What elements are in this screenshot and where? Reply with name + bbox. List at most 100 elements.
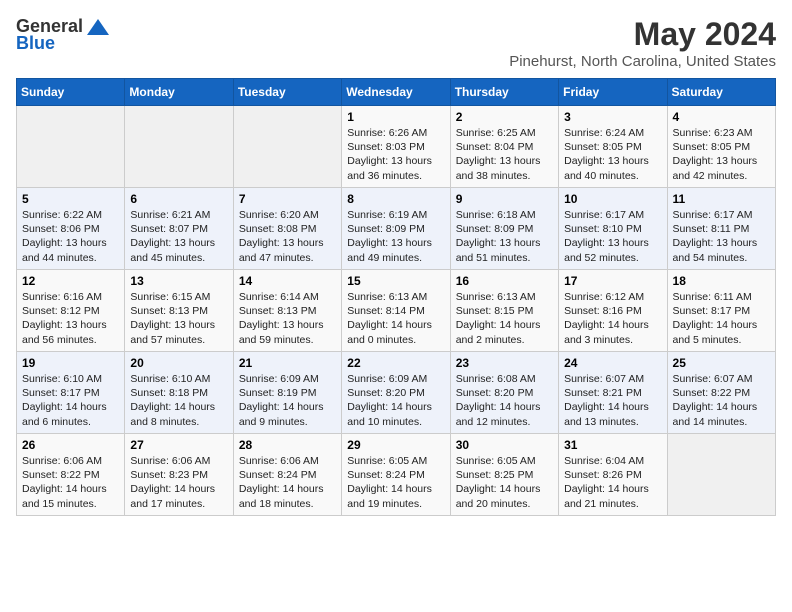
day-info: Sunrise: 6:24 AM Sunset: 8:05 PM Dayligh… <box>564 126 661 183</box>
day-info: Sunrise: 6:06 AM Sunset: 8:23 PM Dayligh… <box>130 454 227 511</box>
header-day-tuesday: Tuesday <box>233 79 341 106</box>
day-number: 5 <box>22 192 119 206</box>
calendar-cell: 3 Sunrise: 6:24 AM Sunset: 8:05 PM Daylig… <box>559 106 667 188</box>
week-row-4: 19Sunrise: 6:10 AM Sunset: 8:17 PM Dayli… <box>17 352 776 434</box>
calendar-cell: 29 Sunrise: 6:05 AM Sunset: 8:24 PM Dayli… <box>342 434 450 516</box>
logo-icon <box>87 19 109 35</box>
calendar-cell: 30 Sunrise: 6:05 AM Sunset: 8:25 PM Dayli… <box>450 434 558 516</box>
day-number: 16 <box>456 274 553 288</box>
day-info: Sunrise: 6:05 AM Sunset: 8:25 PM Dayligh… <box>456 454 553 511</box>
day-info: Sunrise: 6:23 AM Sunset: 8:05 PM Dayligh… <box>673 126 770 183</box>
calendar-cell: 26 Sunrise: 6:06 AM Sunset: 8:22 PM Dayli… <box>17 434 125 516</box>
day-number: 31 <box>564 438 661 452</box>
month-title: May 2024 <box>509 16 776 53</box>
calendar-cell: 22 Sunrise: 6:09 AM Sunset: 8:20 PM Dayli… <box>342 352 450 434</box>
title-section: May 2024 Pinehurst, North Carolina, Unit… <box>509 16 776 70</box>
day-number: 21 <box>239 356 336 370</box>
calendar-cell <box>125 106 233 188</box>
calendar-cell: 11 Sunrise: 6:17 AM Sunset: 8:11 PM Dayli… <box>667 188 775 270</box>
calendar-cell <box>667 434 775 516</box>
day-info: Sunrise: 6:13 AM Sunset: 8:15 PM Dayligh… <box>456 290 553 347</box>
day-number: 13 <box>130 274 227 288</box>
calendar-cell: 1 Sunrise: 6:26 AM Sunset: 8:03 PM Daylig… <box>342 106 450 188</box>
day-info: Sunrise: 6:06 AM Sunset: 8:22 PM Dayligh… <box>22 454 119 511</box>
day-number: 6 <box>130 192 227 206</box>
day-info: Sunrise: 6:25 AM Sunset: 8:04 PM Dayligh… <box>456 126 553 183</box>
day-number: 23 <box>456 356 553 370</box>
location: Pinehurst, North Carolina, United States <box>509 53 776 70</box>
week-row-1: 1 Sunrise: 6:26 AM Sunset: 8:03 PM Daylig… <box>17 106 776 188</box>
day-number: 11 <box>673 192 770 206</box>
calendar-cell: 20 Sunrise: 6:10 AM Sunset: 8:18 PM Dayli… <box>125 352 233 434</box>
day-info: Sunrise: 6:21 AM Sunset: 8:07 PM Dayligh… <box>130 208 227 265</box>
calendar-cell: 25Sunrise: 6:07 AM Sunset: 8:22 PM Dayli… <box>667 352 775 434</box>
calendar-header-row: SundayMondayTuesdayWednesdayThursdayFrid… <box>17 79 776 106</box>
calendar-cell: 6 Sunrise: 6:21 AM Sunset: 8:07 PM Daylig… <box>125 188 233 270</box>
day-number: 15 <box>347 274 444 288</box>
day-number: 9 <box>456 192 553 206</box>
day-number: 26 <box>22 438 119 452</box>
calendar-cell <box>17 106 125 188</box>
calendar-cell: 27 Sunrise: 6:06 AM Sunset: 8:23 PM Dayli… <box>125 434 233 516</box>
calendar-table: SundayMondayTuesdayWednesdayThursdayFrid… <box>16 78 776 516</box>
calendar-cell: 2 Sunrise: 6:25 AM Sunset: 8:04 PM Daylig… <box>450 106 558 188</box>
day-number: 30 <box>456 438 553 452</box>
day-info: Sunrise: 6:09 AM Sunset: 8:19 PM Dayligh… <box>239 372 336 429</box>
logo: General Blue <box>16 16 109 54</box>
header-day-wednesday: Wednesday <box>342 79 450 106</box>
day-number: 28 <box>239 438 336 452</box>
calendar-cell: 12Sunrise: 6:16 AM Sunset: 8:12 PM Dayli… <box>17 270 125 352</box>
day-info: Sunrise: 6:15 AM Sunset: 8:13 PM Dayligh… <box>130 290 227 347</box>
day-number: 12 <box>22 274 119 288</box>
day-info: Sunrise: 6:07 AM Sunset: 8:21 PM Dayligh… <box>564 372 661 429</box>
day-number: 18 <box>673 274 770 288</box>
calendar-cell: 9 Sunrise: 6:18 AM Sunset: 8:09 PM Daylig… <box>450 188 558 270</box>
page-header: General Blue May 2024 Pinehurst, North C… <box>16 16 776 70</box>
week-row-2: 5 Sunrise: 6:22 AM Sunset: 8:06 PM Daylig… <box>17 188 776 270</box>
day-info: Sunrise: 6:11 AM Sunset: 8:17 PM Dayligh… <box>673 290 770 347</box>
day-info: Sunrise: 6:05 AM Sunset: 8:24 PM Dayligh… <box>347 454 444 511</box>
day-info: Sunrise: 6:26 AM Sunset: 8:03 PM Dayligh… <box>347 126 444 183</box>
calendar-cell: 21 Sunrise: 6:09 AM Sunset: 8:19 PM Dayli… <box>233 352 341 434</box>
day-info: Sunrise: 6:07 AM Sunset: 8:22 PM Dayligh… <box>673 372 770 429</box>
day-number: 8 <box>347 192 444 206</box>
week-row-5: 26 Sunrise: 6:06 AM Sunset: 8:22 PM Dayli… <box>17 434 776 516</box>
day-info: Sunrise: 6:20 AM Sunset: 8:08 PM Dayligh… <box>239 208 336 265</box>
day-info: Sunrise: 6:17 AM Sunset: 8:11 PM Dayligh… <box>673 208 770 265</box>
header-day-thursday: Thursday <box>450 79 558 106</box>
day-number: 29 <box>347 438 444 452</box>
day-number: 2 <box>456 110 553 124</box>
day-number: 1 <box>347 110 444 124</box>
day-number: 20 <box>130 356 227 370</box>
header-day-friday: Friday <box>559 79 667 106</box>
day-info: Sunrise: 6:12 AM Sunset: 8:16 PM Dayligh… <box>564 290 661 347</box>
day-number: 27 <box>130 438 227 452</box>
calendar-cell: 13 Sunrise: 6:15 AM Sunset: 8:13 PM Dayli… <box>125 270 233 352</box>
header-day-saturday: Saturday <box>667 79 775 106</box>
day-info: Sunrise: 6:22 AM Sunset: 8:06 PM Dayligh… <box>22 208 119 265</box>
day-number: 24 <box>564 356 661 370</box>
day-info: Sunrise: 6:04 AM Sunset: 8:26 PM Dayligh… <box>564 454 661 511</box>
calendar-cell: 16 Sunrise: 6:13 AM Sunset: 8:15 PM Dayli… <box>450 270 558 352</box>
calendar-cell: 18 Sunrise: 6:11 AM Sunset: 8:17 PM Dayli… <box>667 270 775 352</box>
calendar-cell: 14Sunrise: 6:14 AM Sunset: 8:13 PM Dayli… <box>233 270 341 352</box>
header-day-sunday: Sunday <box>17 79 125 106</box>
day-number: 7 <box>239 192 336 206</box>
calendar-cell: 8Sunrise: 6:19 AM Sunset: 8:09 PM Daylig… <box>342 188 450 270</box>
day-info: Sunrise: 6:08 AM Sunset: 8:20 PM Dayligh… <box>456 372 553 429</box>
calendar-cell: 19Sunrise: 6:10 AM Sunset: 8:17 PM Dayli… <box>17 352 125 434</box>
day-info: Sunrise: 6:10 AM Sunset: 8:18 PM Dayligh… <box>130 372 227 429</box>
calendar-cell: 7 Sunrise: 6:20 AM Sunset: 8:08 PM Daylig… <box>233 188 341 270</box>
calendar-cell: 28Sunrise: 6:06 AM Sunset: 8:24 PM Dayli… <box>233 434 341 516</box>
calendar-cell <box>233 106 341 188</box>
calendar-cell: 10Sunrise: 6:17 AM Sunset: 8:10 PM Dayli… <box>559 188 667 270</box>
header-day-monday: Monday <box>125 79 233 106</box>
day-info: Sunrise: 6:09 AM Sunset: 8:20 PM Dayligh… <box>347 372 444 429</box>
day-number: 3 <box>564 110 661 124</box>
day-info: Sunrise: 6:18 AM Sunset: 8:09 PM Dayligh… <box>456 208 553 265</box>
day-number: 14 <box>239 274 336 288</box>
day-number: 22 <box>347 356 444 370</box>
day-info: Sunrise: 6:17 AM Sunset: 8:10 PM Dayligh… <box>564 208 661 265</box>
calendar-cell: 17Sunrise: 6:12 AM Sunset: 8:16 PM Dayli… <box>559 270 667 352</box>
day-number: 19 <box>22 356 119 370</box>
